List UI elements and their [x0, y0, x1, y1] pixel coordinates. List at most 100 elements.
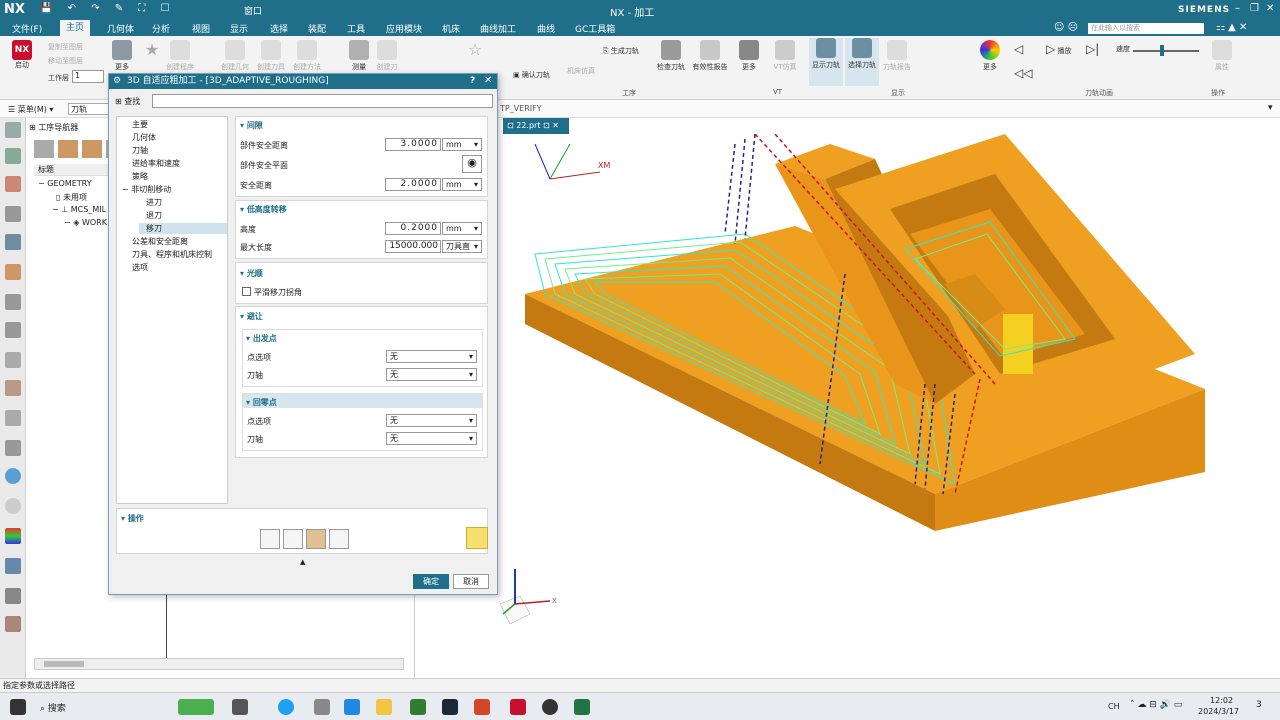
history-icon[interactable] [5, 322, 21, 338]
ribbon-controls-icons[interactable]: ⚏ ▲ ✕ [1216, 22, 1247, 33]
verify-toolpath-button[interactable]: ▣ 确认刀轨 [513, 70, 550, 80]
clock-time[interactable]: 12:02 [1210, 696, 1233, 705]
chart-icon[interactable] [5, 558, 21, 574]
menu-assembly[interactable]: 装配 [308, 22, 326, 35]
web-icon[interactable] [5, 380, 21, 396]
verify-op-icon[interactable] [306, 529, 326, 549]
max-length-unit[interactable]: 刀具直 [442, 240, 482, 253]
windows-start-icon[interactable] [10, 699, 26, 715]
max-length-field[interactable]: 15000.000 [385, 240, 441, 253]
mail-icon[interactable] [344, 699, 360, 715]
minimize-icon[interactable]: – [1235, 3, 1240, 14]
safe-dist-unit[interactable]: mm [442, 178, 482, 191]
stop-icon[interactable]: ◁◁ [1014, 66, 1032, 80]
part-nav-icon[interactable] [5, 176, 21, 192]
help-icons[interactable]: ☺ ☹ [1054, 22, 1078, 33]
notification-badge[interactable]: 3 [1256, 700, 1262, 710]
star-button[interactable]: ★ [140, 40, 164, 59]
toolbar-chevron-icon[interactable]: ▾ [1268, 103, 1273, 113]
menu-curve-machining[interactable]: 曲线加工 [480, 22, 516, 35]
tree-tool-program[interactable]: 刀具、程序和机床控制 [132, 249, 212, 260]
tools-icon[interactable] [5, 588, 21, 604]
collapse-arrow-icon[interactable]: ▲ [300, 558, 305, 566]
more-display-button[interactable]: 更多 [978, 40, 1002, 72]
machine-nav-icon[interactable] [5, 264, 21, 280]
powerpoint-icon[interactable] [474, 699, 490, 715]
taskbar-search[interactable]: ⌕ 搜索 [40, 701, 66, 714]
horizontal-scrollbar[interactable] [34, 658, 404, 670]
add-op-icon[interactable] [466, 527, 488, 549]
file-explorer-icon[interactable] [376, 699, 392, 715]
start-button[interactable]: NX 启动 [8, 40, 36, 70]
assembly-nav-icon[interactable] [5, 148, 21, 164]
create-tool-button[interactable]: 创建刀具 [256, 40, 286, 72]
quick-access-toolbar[interactable]: 💾 ↶ ↷ ✎ ⛶ ☐ [40, 3, 175, 14]
menu-applications[interactable]: 应用模块 [386, 22, 422, 35]
settings-icon[interactable] [5, 122, 21, 138]
window-menu[interactable]: 窗口 [244, 4, 262, 17]
excel-icon[interactable] [574, 699, 590, 715]
validity-report-button[interactable]: 有效性报告 [690, 40, 730, 72]
nx-taskbar-icon[interactable] [510, 699, 526, 715]
ok-button[interactable]: 确定 [413, 574, 449, 589]
machine-sim-button[interactable]: 机床仿真 [567, 66, 595, 76]
clock-icon[interactable] [5, 498, 21, 514]
menu-analysis[interactable]: 分析 [152, 22, 170, 35]
tree-strategy[interactable]: 策略 [132, 171, 148, 182]
menu-geometry[interactable]: 几何体 [107, 22, 134, 35]
scrollbar-thumb[interactable] [44, 661, 84, 667]
tree-noncutting[interactable]: − 非切削移动 [122, 184, 171, 195]
color-palette-icon[interactable] [5, 528, 21, 544]
language-indicator[interactable]: CH [1108, 702, 1120, 711]
menu-select[interactable]: 选择 [270, 22, 288, 35]
tree-geometry-item[interactable]: 几何体 [132, 132, 156, 143]
clearance-header[interactable]: ▾ 间隙 [240, 120, 263, 131]
from-axis-select[interactable]: 无 [386, 368, 477, 381]
program-view-icon[interactable] [34, 140, 54, 158]
generate-op-icon[interactable] [260, 529, 280, 549]
tree-geometry[interactable]: − GEOMETRY [38, 179, 92, 188]
maximize-icon[interactable]: ❐ [1250, 3, 1259, 14]
menu-button[interactable]: ☰ 菜单(M) ▾ [8, 104, 53, 115]
menu-machine[interactable]: 机床 [442, 22, 460, 35]
vt-sim-button[interactable]: VT仿真 [772, 40, 798, 72]
rewind-icon[interactable]: ◁ [1014, 42, 1023, 56]
reuse-icon[interactable] [5, 206, 21, 222]
part-tab[interactable]: ⊡ 22.prt ⊡ ✕ [503, 118, 569, 134]
tree-retract[interactable]: 退刀 [146, 210, 162, 221]
more-button[interactable]: 更多 [110, 40, 134, 72]
work-layer-select[interactable]: 1 [72, 70, 104, 83]
properties-button[interactable]: 属性 [1210, 40, 1234, 72]
create-program-button[interactable]: 创建程序 [165, 40, 195, 72]
check-toolpath-button[interactable]: 检查刀轨 [655, 40, 687, 72]
eye-icon[interactable]: ◉ [462, 155, 482, 173]
widget-icon[interactable] [178, 699, 214, 715]
tree-main[interactable]: 主要 [132, 119, 148, 130]
smooth-corners-checkbox[interactable] [242, 287, 251, 296]
command-search-input[interactable]: 在此输入以搜索 [1088, 23, 1204, 34]
globe-icon[interactable] [5, 468, 21, 484]
tree-tolerance[interactable]: 公差和安全距离 [132, 236, 188, 247]
tree-workpiece[interactable]: − ◈ WORK [64, 218, 107, 227]
obs-icon[interactable] [542, 699, 558, 715]
menu-tools[interactable]: 工具 [347, 22, 365, 35]
menu-display[interactable]: 显示 [230, 22, 248, 35]
cancel-button[interactable]: 取消 [453, 574, 489, 589]
task-view-icon[interactable] [232, 699, 248, 715]
part-safe-dist-field[interactable]: 3.0000 [385, 138, 441, 151]
operations-header[interactable]: ▾ 操作 [121, 513, 144, 524]
height-field[interactable]: 0.2000 [385, 222, 441, 235]
play-button[interactable]: ▷ 播放 [1046, 42, 1071, 56]
part-safe-dist-unit[interactable]: mm [442, 138, 482, 151]
roles-icon[interactable] [5, 294, 21, 310]
avoidance-header[interactable]: ▾ 避让 [240, 311, 263, 322]
steam-icon[interactable] [442, 699, 458, 715]
menu-home[interactable]: 主页 [60, 20, 91, 36]
machine-view-icon[interactable] [58, 140, 78, 158]
copy-to-layer[interactable]: 复制至图层 [48, 42, 83, 52]
generate-toolpath-button[interactable]: ⎘ 生成刀轨 [603, 46, 639, 56]
model-view[interactable]: XM X [415, 134, 1280, 678]
operation-nav-icon[interactable] [5, 234, 21, 250]
find-input[interactable] [152, 94, 493, 108]
list-op-icon[interactable] [329, 529, 349, 549]
